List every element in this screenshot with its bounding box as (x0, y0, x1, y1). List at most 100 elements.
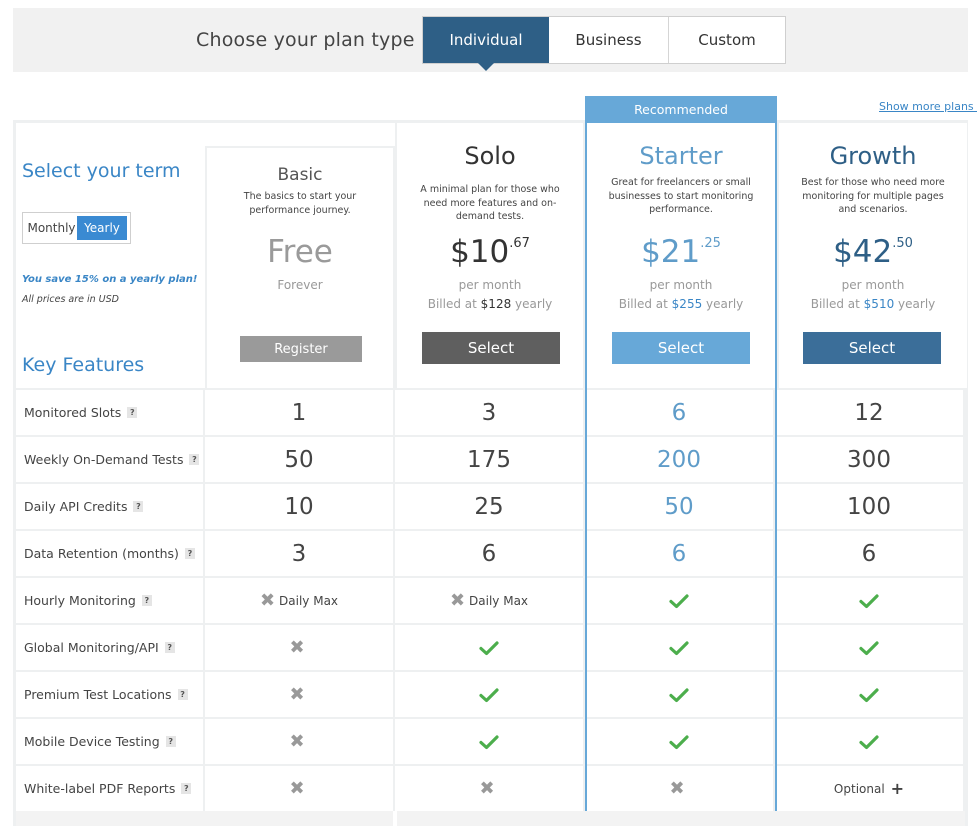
feature-row: Hourly Monitoring? ✖ Daily Max ✖ Daily Max (16, 576, 967, 623)
plan-name: Solo (464, 142, 516, 170)
help-icon[interactable]: ? (181, 783, 192, 794)
plan-name: Basic (277, 165, 323, 185)
plus-icon[interactable]: + (891, 779, 904, 798)
help-icon[interactable]: ? (133, 501, 144, 512)
feature-value-solo: 3 (395, 390, 583, 435)
check-icon (479, 734, 499, 749)
plan-price: $42.50 (779, 234, 967, 270)
plan-type-custom[interactable]: Custom (669, 17, 785, 63)
feature-label: Global Monitoring/API? (16, 625, 203, 670)
cross-icon: ✖ (259, 589, 276, 611)
plan-period: Forever (277, 278, 323, 292)
feature-value-starter: 6 (585, 390, 773, 435)
plan-type-label: Choose your plan type (196, 29, 415, 51)
plan-type-individual[interactable]: Individual (423, 17, 549, 71)
feature-value-growth (775, 578, 963, 623)
select-starter-button[interactable]: Select (612, 332, 750, 364)
feature-label-text: Mobile Device Testing (24, 734, 160, 749)
feature-limit-text: Daily Max (279, 593, 339, 608)
feature-value-starter: ✖ (585, 766, 773, 811)
feature-label-text: Hourly Monitoring (24, 593, 136, 608)
optional-text: Optional (833, 781, 885, 796)
show-more-plans-link[interactable]: Show more plans › (879, 100, 977, 113)
feature-value-growth: 100 (775, 484, 963, 529)
feature-value-starter: 6 (585, 531, 773, 576)
feature-value-text: 3 (291, 540, 307, 567)
help-icon[interactable]: ? (141, 595, 152, 606)
feature-value-growth (775, 719, 963, 764)
feature-value-solo: 175 (395, 437, 583, 482)
cross-icon: ✖ (289, 730, 305, 752)
feature-value-starter: 50 (585, 484, 773, 529)
starter-column-border-right (775, 388, 777, 811)
help-icon[interactable]: ? (165, 736, 176, 747)
help-icon[interactable]: ? (184, 548, 195, 559)
help-icon[interactable]: ? (164, 642, 175, 653)
help-icon[interactable]: ? (177, 689, 188, 700)
table-footer-strip (16, 811, 965, 826)
feature-row: Daily API Credits? 10 25 50 100 (16, 482, 967, 529)
feature-value-basic: 50 (205, 437, 393, 482)
plan-card-growth: Growth Best for those who need more moni… (777, 121, 967, 388)
cross-icon: ✖ (449, 589, 466, 611)
feature-value-starter: 200 (585, 437, 773, 482)
billed-prefix: Billed at (427, 297, 477, 311)
plan-description: Best for those who need more monitoring … (801, 177, 945, 215)
feature-row: Global Monitoring/API? ✖ (16, 623, 967, 670)
yearly-savings-note: You save 15% on a yearly plan! (22, 274, 198, 285)
feature-label-text: White-label PDF Reports (24, 781, 176, 796)
help-icon[interactable]: ? (189, 454, 200, 465)
billed-prefix: Billed at (810, 297, 860, 311)
billed-suffix: yearly (898, 297, 936, 311)
plan-card-starter: Starter Great for freelancers or small b… (585, 121, 777, 388)
feature-value-basic: ✖ (205, 625, 393, 670)
feature-value-text: 1 (291, 399, 307, 426)
check-icon (669, 593, 689, 608)
plan-type-bar: Choose your plan type Individual Busines… (13, 8, 968, 72)
billed-yearly: Billed at $510 yearly (779, 297, 967, 311)
select-growth-button[interactable]: Select (803, 332, 941, 364)
feature-value-basic: ✖ (205, 766, 393, 811)
help-icon[interactable]: ? (127, 407, 138, 418)
check-icon (479, 687, 499, 702)
feature-value-text: 100 (847, 493, 891, 520)
feature-value-text: 6 (671, 540, 687, 567)
plan-price: $21.25 (587, 234, 775, 270)
cross-icon: ✖ (289, 636, 305, 658)
term-yearly-option[interactable]: Yearly (76, 216, 127, 240)
feature-value-solo (395, 672, 583, 717)
feature-row: Weekly On-Demand Tests? 50 175 200 300 (16, 435, 967, 482)
feature-value-basic: 1 (205, 390, 393, 435)
feature-value-solo: ✖ (395, 766, 583, 811)
billed-amount: $255 (671, 297, 703, 311)
price-per: per month (458, 278, 522, 292)
check-icon (859, 734, 879, 749)
check-icon (669, 734, 689, 749)
feature-label: Data Retention (months)? (16, 531, 203, 576)
feature-row: Premium Test Locations? ✖ (16, 670, 967, 717)
feature-value-text: 3 (481, 399, 497, 426)
plan-name: Growth (829, 142, 917, 170)
select-solo-button[interactable]: Select (422, 332, 560, 364)
feature-value-growth: 12 (775, 390, 963, 435)
feature-label: Mobile Device Testing? (16, 719, 203, 764)
feature-value-text: 25 (474, 493, 504, 520)
feature-value-text: 6 (671, 399, 687, 426)
feature-value-solo (395, 719, 583, 764)
term-monthly-option[interactable]: Monthly (26, 216, 77, 240)
feature-value-growth: Optional + (775, 766, 963, 811)
cross-icon: ✖ (479, 777, 495, 799)
price-cents: .50 (892, 236, 913, 251)
feature-value-text: 6 (861, 540, 877, 567)
register-button[interactable]: Register (240, 336, 362, 362)
plan-type-business[interactable]: Business (549, 17, 669, 63)
check-icon (479, 640, 499, 655)
feature-value-basic: 10 (205, 484, 393, 529)
feature-value-text: 12 (854, 399, 884, 426)
feature-value-solo: 6 (395, 531, 583, 576)
feature-value-basic: ✖ (205, 672, 393, 717)
feature-value-starter (585, 625, 773, 670)
plan-price: Free (267, 234, 333, 270)
select-term-heading: Select your term (22, 160, 181, 182)
feature-value-text: 50 (664, 493, 694, 520)
